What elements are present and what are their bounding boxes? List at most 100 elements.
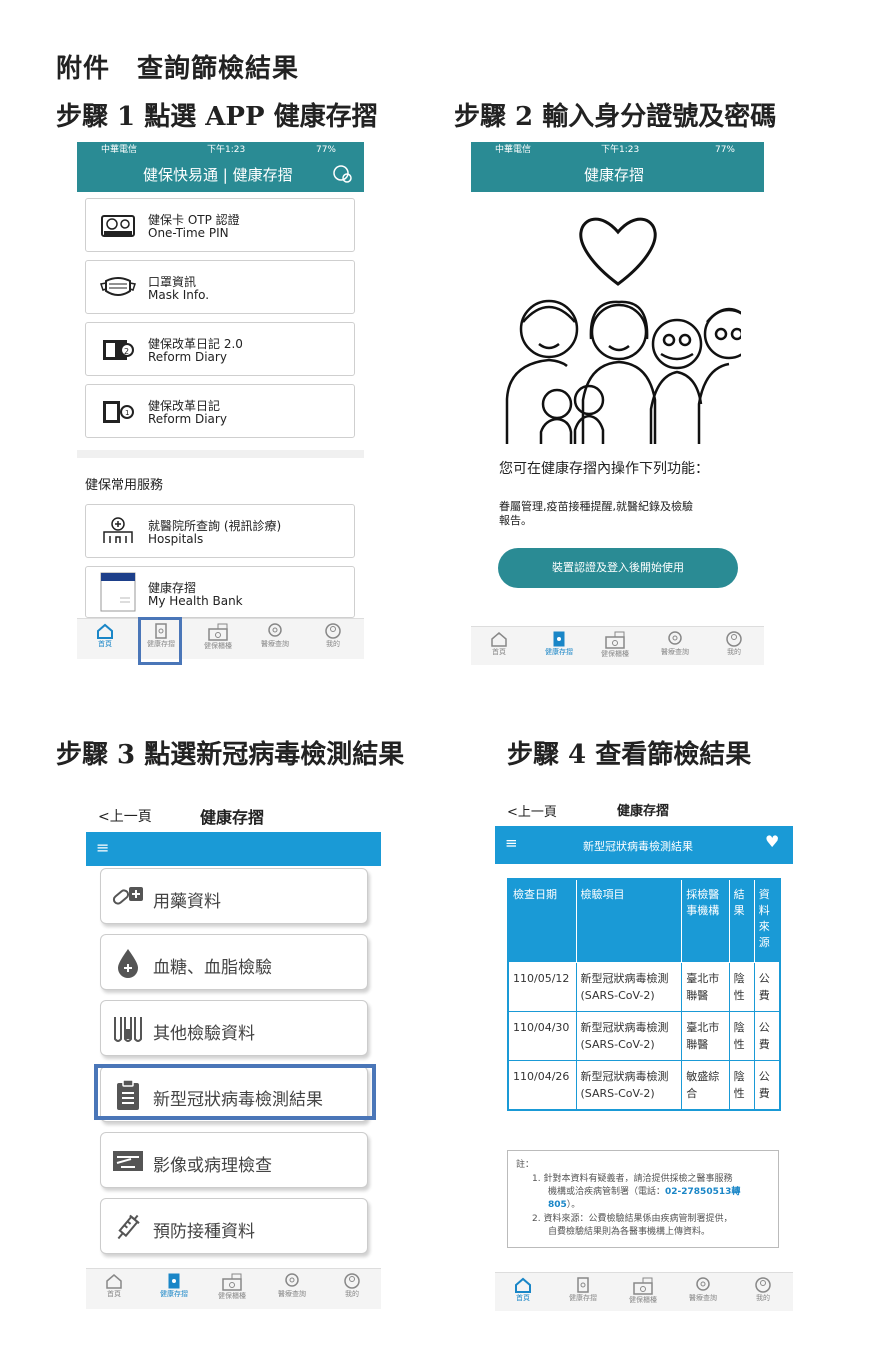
clock: 下午1:23 [601,145,640,155]
tab-medical-search[interactable]: 醫療查詢 [657,631,693,657]
user-icon [726,631,742,647]
screen2: 中華電信 下午1:23 77% 健康存摺 您可在健康存摺內操作下列功能： 眷屬管… [471,142,764,670]
tab-label: 首頁 [107,1290,121,1298]
tab-counter[interactable]: 健保櫃檯 [597,631,633,659]
result-table: 檢查日期 檢驗項目 採檢醫事機構 結果 資料來源 110/05/12 新型冠狀病… [507,878,781,1111]
tab-health-bank[interactable]: 健康存摺 [539,631,579,657]
tab-home[interactable]: 首頁 [481,631,517,657]
cell-org: 臺北市聯醫 [681,962,730,1012]
card-hospitals[interactable]: 就醫院所查詢 (視訊診療) Hospitals [85,504,355,558]
cell-source: 公費 [753,1060,780,1110]
login-button-label: 裝置認證及登入後開始使用 [552,561,684,574]
notes-box: 註： 1. 針對本資料有疑義者，請洽提供採檢之醫事服務 機構或洽疾病管制署（電話… [507,1150,779,1248]
banner-title: 新型冠狀病毒檢測結果 [583,840,693,853]
svg-text:2: 2 [124,347,129,356]
tab-counter[interactable]: 健保櫃檯 [625,1277,661,1305]
tab-mine[interactable]: 我的 [315,623,351,649]
tab-label: 健康存摺 [160,1290,188,1298]
battery-level: 77% [315,145,336,155]
tab-label: 健保櫃檯 [204,642,232,650]
menu-item-vaccination[interactable]: 預防接種資料 [100,1198,368,1254]
cdc-phone-link[interactable]: 02-27850513轉 [665,1187,740,1197]
header-org: 採檢醫事機構 [681,878,730,963]
hamburger-icon[interactable]: ≡ [505,834,518,852]
card-diary-2[interactable]: 2 健保改革日記 2.0 Reform Diary [85,322,355,376]
menu-item-other-tests[interactable]: 其他檢驗資料 [100,1000,368,1056]
test-tubes-icon [114,1017,142,1042]
syringe-icon [117,1214,140,1240]
card-sublabel: My Health Bank [148,594,243,608]
desc-line2: 報告。 [499,514,532,527]
card-health-bank[interactable]: 健康存摺 My Health Bank [85,566,355,618]
back-link[interactable]: <上一頁 [507,801,557,820]
tab-home[interactable]: 首頁 [505,1277,541,1303]
screen4-title: 健康存摺 [617,804,670,819]
carrier: 中華電信 [101,145,138,155]
menu-item-blood-test[interactable]: 血糖、血脂檢驗 [100,934,368,990]
section-divider [77,450,364,458]
card-otp[interactable]: 健保卡 OTP 認證 One-Time PIN [85,198,355,252]
section-title: 健保常用服務 [85,478,164,493]
blood-drop-icon [118,949,138,978]
chat-icon[interactable] [331,164,353,184]
user-icon [755,1277,771,1293]
cell-date: 110/04/30 [507,1011,576,1061]
tab-label: 醫療查詢 [278,1290,306,1298]
tab-medical-search[interactable]: 醫療查詢 [257,623,293,649]
header-item: 檢驗項目 [575,878,683,963]
otp-card-icon [101,215,135,237]
tab-counter[interactable]: 健保櫃檯 [214,1273,250,1301]
menu-item-label: 影像或病理檢查 [153,1156,272,1176]
tab-label: 我的 [756,1294,770,1302]
tab-counter[interactable]: 健保櫃檯 [200,623,236,651]
tab-label: 我的 [326,640,340,648]
tab-home[interactable]: 首頁 [96,1273,132,1299]
tab-medical-search[interactable]: 醫療查詢 [685,1277,721,1303]
user-icon [325,623,341,639]
heart-icon[interactable]: ♥ [765,832,779,851]
counter-icon [222,1273,242,1291]
cell-source: 公費 [753,962,780,1012]
menu-item-label: 血糖、血脂檢驗 [153,958,272,978]
search-icon [268,623,282,637]
step4-title: 步驟 4 查看篩檢結果 [507,740,752,770]
tab-label: 健康存摺 [569,1294,597,1302]
tab-label: 健保櫃檯 [218,1292,246,1300]
card-mask[interactable]: 口罩資訊 Mask Info. [85,260,355,314]
tab-mine[interactable]: 我的 [745,1277,781,1303]
passbook-icon [553,631,565,647]
tab-mine[interactable]: 我的 [334,1273,370,1299]
menu-item-label: 預防接種資料 [153,1222,255,1242]
note2-line1: 2. 資料來源：公費檢驗結果係由疾病管制署提供， [532,1214,733,1224]
step2-title: 步驟 2 輸入身分證號及密碼 [454,102,777,132]
back-link[interactable]: <上一頁 [98,806,152,826]
tab-bar: 首頁 健康存摺 健保櫃檯 醫療查詢 我的 [495,1272,793,1311]
login-button[interactable]: 裝置認證及登入後開始使用 [498,548,738,588]
screen1-title: 健保快易通 | 健康存摺 [143,166,293,184]
tab-health-bank[interactable]: 健康存摺 [154,1273,194,1299]
hamburger-icon[interactable]: ≡ [96,838,109,857]
tab-mine[interactable]: 我的 [716,631,752,657]
menu-item-medication[interactable]: 用藥資料 [100,868,368,924]
xray-icon [113,1151,143,1171]
passbook-icon [577,1277,589,1293]
menu-item-label: 用藥資料 [153,892,221,912]
note1-line2: 機構或洽疾病管制署（電話：02-27850513轉 [548,1186,740,1199]
tab-health-bank[interactable]: 健康存摺 [565,1277,601,1303]
screen3: <上一頁 健康存摺 ≡ 用藥資料 血糖、血脂檢驗 其他檢驗資料 新型冠狀病毒檢測… [86,796,386,1316]
status-bar: 中華電信 下午1:23 77% [477,143,757,157]
document-heading: 附件 查詢篩檢結果 [56,54,300,84]
note1-end: ）。 [566,1200,581,1210]
note-label: 註： [516,1160,535,1170]
mask-icon [100,277,136,296]
card-diary[interactable]: 1 健保改革日記 Reform Diary [85,384,355,438]
tab-home[interactable]: 首頁 [87,623,123,649]
menu-item-imaging[interactable]: 影像或病理檢查 [100,1132,368,1188]
passbook-icon [168,1273,180,1289]
tab-label: 我的 [727,648,741,656]
tab-label: 首頁 [516,1294,530,1302]
tab-medical-search[interactable]: 醫療查詢 [274,1273,310,1299]
table-header-row: 檢查日期 檢驗項目 採檢醫事機構 結果 資料來源 [507,878,781,963]
cdc-extension-link[interactable]: 805 [548,1200,567,1210]
screen4: <上一頁 健康存摺 ≡ 新型冠狀病毒檢測結果 ♥ 檢查日期 檢驗項目 採檢醫事機… [495,796,795,1316]
